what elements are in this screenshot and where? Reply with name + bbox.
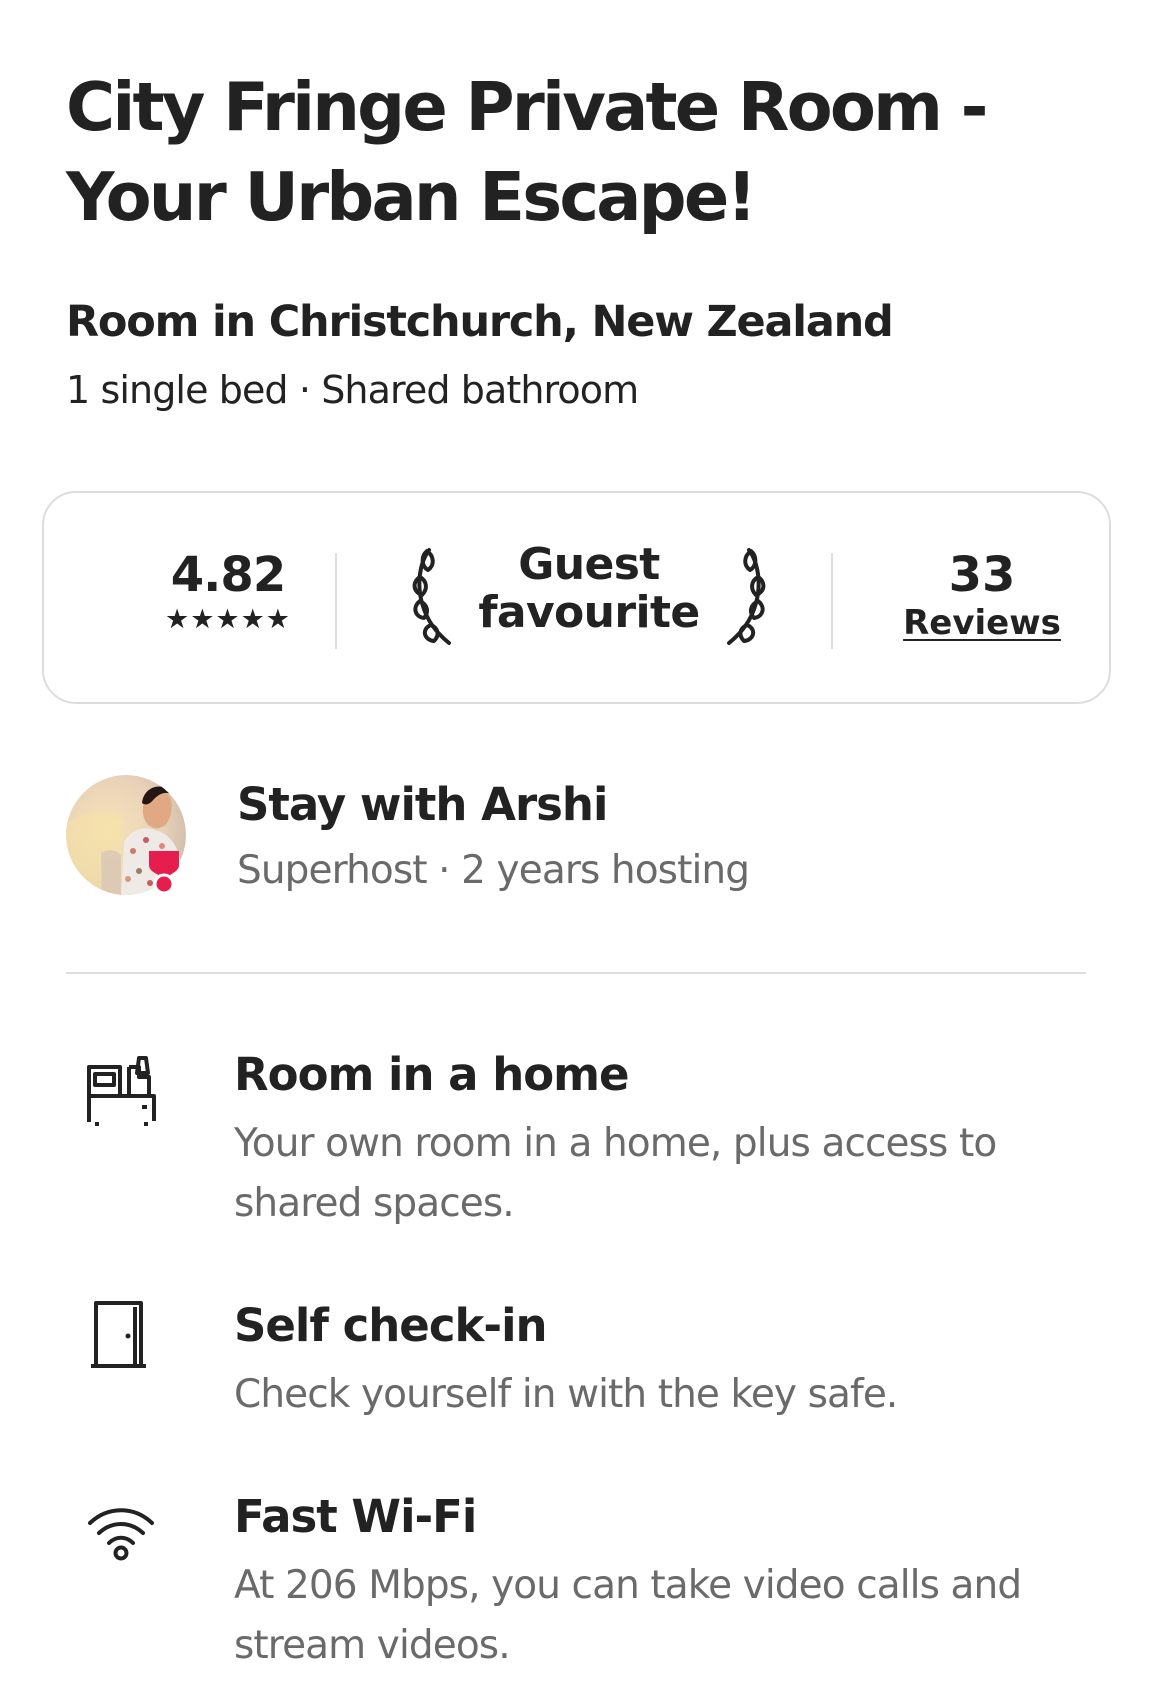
rating-section: 4.82 ★★★★★ bbox=[118, 548, 338, 635]
rating-summary-card: 4.82 ★★★★★ Guest favourite 33 Reviews bbox=[42, 491, 1111, 704]
checkin-description: Check yourself in with the key safe. bbox=[234, 1372, 898, 1417]
guest-favourite-line-2: favourite bbox=[478, 587, 700, 638]
rating-divider bbox=[335, 553, 337, 649]
wifi-title: Fast Wi-Fi bbox=[234, 1490, 477, 1543]
reviews-link[interactable]: Reviews bbox=[882, 603, 1082, 643]
bed-icon bbox=[87, 1056, 156, 1126]
checkin-title: Self check-in bbox=[234, 1299, 548, 1352]
superhost-badge-icon bbox=[149, 851, 179, 894]
wifi-description: At 206 Mbps, you can take video calls an… bbox=[234, 1563, 1022, 1668]
reviews-count: 33 bbox=[948, 547, 1016, 603]
host-section[interactable]: Stay with Arshi Superhost · 2 years host… bbox=[66, 775, 1076, 905]
listing-title-line-2: Your Urban Escape! bbox=[66, 158, 757, 236]
right-laurel-icon bbox=[727, 548, 766, 645]
reviews-divider bbox=[831, 553, 833, 649]
listing-title-line-1: City Fringe Private Room - bbox=[66, 68, 988, 146]
rating-stars: ★★★★★ bbox=[164, 604, 292, 635]
listing-details: 1 single bed · Shared bathroom bbox=[66, 368, 639, 412]
reviews-section[interactable]: 33 Reviews bbox=[882, 548, 1082, 643]
host-meta: Superhost · 2 years hosting bbox=[237, 848, 750, 893]
room-title: Room in a home bbox=[234, 1048, 630, 1101]
room-description: Your own room in a home, plus access to … bbox=[234, 1121, 997, 1226]
host-heading: Stay with Arshi bbox=[237, 778, 608, 831]
left-laurel-icon bbox=[412, 548, 451, 645]
guest-favourite-line-1: Guest bbox=[518, 539, 660, 590]
rating-value: 4.82 bbox=[170, 547, 286, 603]
section-divider bbox=[66, 972, 1086, 974]
wifi-icon bbox=[88, 1508, 154, 1561]
listing-title: City Fringe Private Room - Your Urban Es… bbox=[66, 62, 1106, 242]
listing-location: Room in Christchurch, New Zealand bbox=[66, 297, 894, 347]
door-icon bbox=[91, 1301, 146, 1368]
guest-favourite-badge: Guest favourite bbox=[399, 539, 779, 659]
guest-favourite-text: Guest favourite bbox=[454, 541, 724, 637]
listing-page: City Fringe Private Room - Your Urban Es… bbox=[0, 0, 1156, 1699]
